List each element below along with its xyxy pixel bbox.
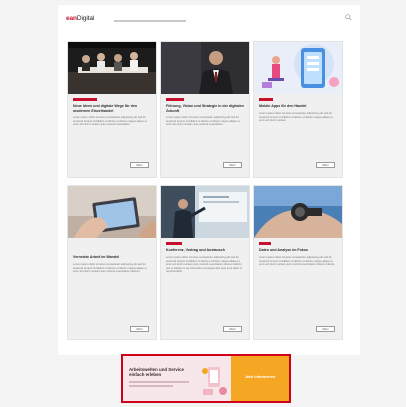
search-icon[interactable] xyxy=(345,14,352,25)
site-logo[interactable]: eanDigital xyxy=(66,15,94,22)
article-card-1[interactable]: Neue Ideen und digitale Wege für den mod… xyxy=(67,41,157,178)
read-more-button[interactable]: Mehr xyxy=(130,162,149,168)
card-title: Führung, Vision und Strategie in der dig… xyxy=(166,104,244,113)
card-title: Neue Ideen und digitale Wege für den mod… xyxy=(73,104,138,113)
article-card-2[interactable]: Führung, Vision und Strategie in der dig… xyxy=(160,41,250,178)
ad-subline xyxy=(129,385,173,387)
read-more-button[interactable]: Mehr xyxy=(316,162,335,168)
ad-cta-button[interactable]: Jetzt informieren xyxy=(231,356,289,401)
card-excerpt: Lorem ipsum dolor sit amet consectetur a… xyxy=(73,116,147,127)
ad-illustration xyxy=(199,361,229,399)
page-container: eanDigital Neue Ideen und digitale Wege … xyxy=(58,5,360,355)
ad-banner[interactable]: Arbeitswelten und Service einfach erlebe… xyxy=(121,354,291,403)
read-more-button[interactable]: Mehr xyxy=(316,326,335,332)
card-image xyxy=(254,186,342,238)
card-excerpt: Lorem ipsum dolor sit amet consectetur a… xyxy=(166,116,240,127)
card-title: Vernetzte Arbeit im Wandel xyxy=(73,255,120,259)
ad-subline xyxy=(129,381,189,383)
card-excerpt: Lorem ipsum dolor sit amet consectetur a… xyxy=(166,256,242,274)
card-excerpt: Lorem ipsum dolor sit amet consectetur a… xyxy=(73,263,147,274)
article-card-5[interactable]: Konferenz, Vortrag und Austausch Lorem i… xyxy=(160,185,250,340)
card-excerpt: Lorem ipsum dolor sit amet consectetur a… xyxy=(259,256,336,267)
category-tag xyxy=(259,242,271,245)
card-excerpt: Lorem ipsum dolor sit amet consectetur a… xyxy=(259,112,333,123)
card-image xyxy=(161,42,249,94)
card-image xyxy=(254,42,342,94)
card-title: Mobile Apps für den Handel xyxy=(259,104,307,108)
ad-cta-label: Jetzt informieren xyxy=(244,375,276,379)
card-image xyxy=(68,42,156,94)
card-title: Konferenz, Vortrag und Austausch xyxy=(166,248,225,252)
site-header: eanDigital xyxy=(66,14,352,28)
logo-text: Digital xyxy=(76,15,95,22)
category-tag xyxy=(259,98,273,101)
category-tag xyxy=(166,98,184,101)
card-image xyxy=(68,186,156,238)
header-nav-placeholder xyxy=(114,20,186,22)
ad-headline: Arbeitswelten und Service einfach erlebe… xyxy=(129,367,184,378)
category-tag xyxy=(73,98,97,101)
article-card-6[interactable]: Daten und Analyse im Fokus Lorem ipsum d… xyxy=(253,185,343,340)
category-tag xyxy=(166,242,182,245)
read-more-button[interactable]: Mehr xyxy=(223,326,242,332)
card-title: Daten und Analyse im Fokus xyxy=(259,248,308,252)
article-card-4[interactable]: Vernetzte Arbeit im Wandel Lorem ipsum d… xyxy=(67,185,157,340)
logo-accent: ean xyxy=(66,15,77,22)
read-more-button[interactable]: Mehr xyxy=(223,162,242,168)
read-more-button[interactable]: Mehr xyxy=(130,326,149,332)
card-image xyxy=(161,186,249,238)
article-card-3[interactable]: Mobile Apps für den Handel Lorem ipsum d… xyxy=(253,41,343,178)
